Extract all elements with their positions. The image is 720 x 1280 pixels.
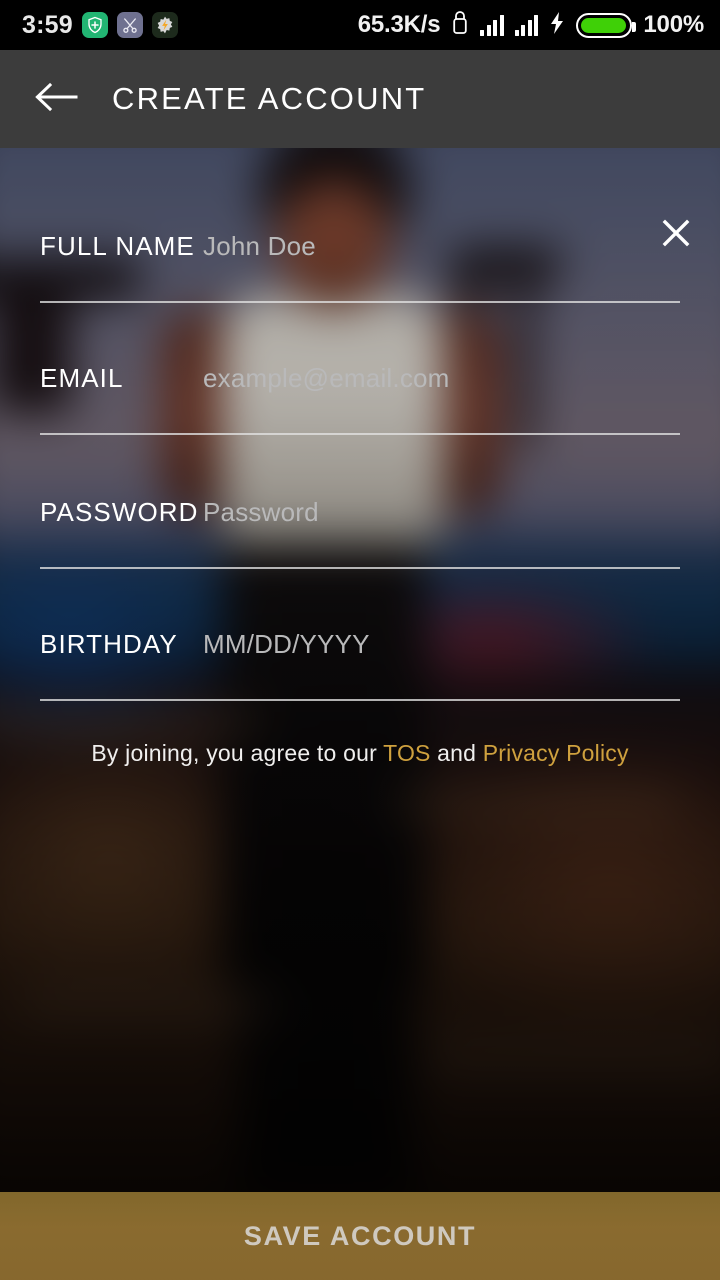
terms-text: By joining, you agree to our TOS and Pri… bbox=[0, 740, 720, 767]
privacy-policy-link[interactable]: Privacy Policy bbox=[483, 740, 629, 766]
status-bar-right: 65.3K/s 100% bbox=[358, 10, 720, 41]
signal-2-icon bbox=[514, 14, 539, 36]
status-bar: 3:59 65.3K/s 100% bbox=[0, 0, 720, 50]
battery-percent: 100% bbox=[643, 11, 704, 38]
birthday-label: BIRTHDAY bbox=[40, 628, 178, 659]
battery-icon bbox=[576, 12, 637, 38]
field-email: EMAIL example@email.com bbox=[0, 340, 720, 450]
usb-lock-icon bbox=[451, 10, 469, 41]
tos-link[interactable]: TOS bbox=[383, 740, 430, 766]
save-account-label: SAVE ACCOUNT bbox=[243, 1220, 477, 1251]
scissors-icon bbox=[116, 12, 143, 38]
birthday-input[interactable]: MM/DD/YYYY bbox=[203, 622, 633, 666]
email-label: EMAIL bbox=[40, 362, 124, 393]
close-x-icon bbox=[661, 218, 691, 253]
terms-prefix: By joining, you agree to our bbox=[91, 740, 384, 766]
full-name-placeholder: John Doe bbox=[203, 230, 316, 261]
full-name-input[interactable]: John Doe bbox=[203, 224, 633, 268]
field-full-name: FULL NAME John Doe bbox=[0, 208, 720, 318]
app-screen: 3:59 65.3K/s 100% CREATE ACCOUNT FULL NA… bbox=[0, 0, 720, 1280]
email-placeholder: example@email.com bbox=[203, 362, 450, 393]
field-birthday: BIRTHDAY MM/DD/YYYY bbox=[0, 606, 720, 716]
app-header: CREATE ACCOUNT bbox=[0, 50, 720, 148]
signal-1-icon bbox=[480, 14, 504, 36]
clear-full-name-button[interactable] bbox=[654, 213, 698, 257]
password-label: PASSWORD bbox=[40, 496, 199, 527]
password-input[interactable]: Password bbox=[203, 490, 633, 534]
terms-middle: and bbox=[430, 740, 483, 766]
back-button[interactable] bbox=[24, 67, 88, 131]
field-password: PASSWORD Password bbox=[0, 474, 720, 584]
email-underline bbox=[40, 433, 680, 435]
full-name-label: FULL NAME bbox=[40, 230, 195, 261]
email-input[interactable]: example@email.com bbox=[203, 356, 633, 400]
birthday-placeholder: MM/DD/YYYY bbox=[203, 628, 370, 659]
gear-bolt-icon bbox=[151, 12, 178, 38]
network-speed: 65.3K/s bbox=[357, 11, 441, 38]
password-placeholder: Password bbox=[203, 496, 319, 527]
page-title: CREATE ACCOUNT bbox=[112, 81, 427, 116]
save-account-button[interactable]: SAVE ACCOUNT bbox=[0, 1192, 720, 1280]
full-name-underline bbox=[40, 301, 680, 303]
status-bar-left: 3:59 bbox=[0, 11, 178, 40]
status-time: 3:59 bbox=[22, 10, 73, 39]
shield-plus-icon bbox=[81, 12, 108, 38]
password-underline bbox=[40, 567, 680, 569]
charging-bolt-icon bbox=[549, 11, 565, 40]
arrow-left-icon bbox=[34, 80, 78, 119]
birthday-underline bbox=[40, 699, 680, 701]
